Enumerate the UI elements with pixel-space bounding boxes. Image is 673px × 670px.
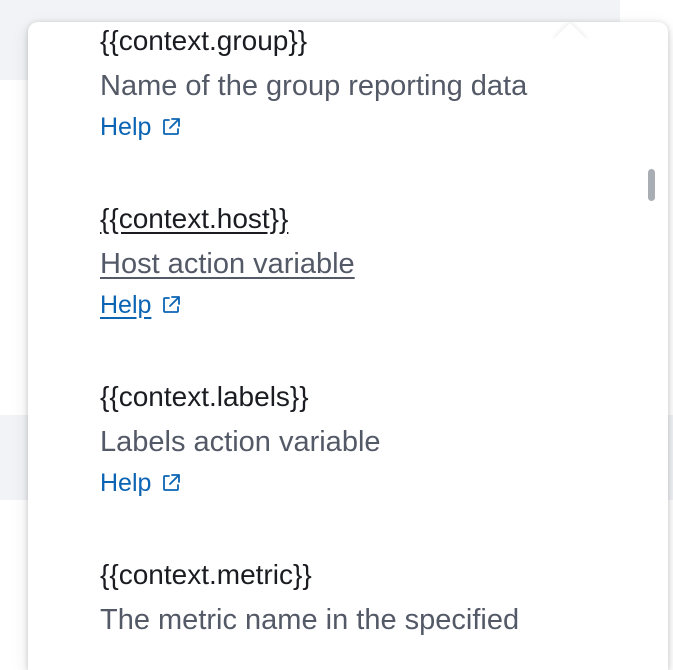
variable-item-context-host[interactable]: {{context.host}} Host action variable He… bbox=[100, 202, 640, 320]
external-link-icon bbox=[163, 296, 181, 313]
help-link-label[interactable]: Help bbox=[100, 112, 151, 142]
external-link-icon bbox=[163, 474, 181, 491]
variable-description: Host action variable bbox=[100, 248, 355, 280]
variable-item-context-group[interactable]: {{context.group}} Name of the group repo… bbox=[100, 24, 640, 142]
variable-item-context-metric[interactable]: {{context.metric}} The metric name in th… bbox=[100, 558, 640, 638]
variable-description: Name of the group reporting data bbox=[100, 70, 528, 102]
scroll-fade bbox=[28, 648, 668, 670]
scrollbar-thumb[interactable] bbox=[648, 169, 655, 201]
help-link[interactable]: Help bbox=[100, 290, 181, 320]
variable-name[interactable]: {{context.labels}} bbox=[100, 380, 640, 414]
external-link-icon bbox=[163, 118, 181, 135]
help-link[interactable]: Help bbox=[100, 468, 181, 498]
help-link-label[interactable]: Help bbox=[100, 468, 151, 498]
variable-item-context-labels[interactable]: {{context.labels}} Labels action variabl… bbox=[100, 380, 640, 498]
variable-name[interactable]: {{context.group}} bbox=[100, 24, 640, 58]
variable-name[interactable]: {{context.metric}} bbox=[100, 558, 640, 592]
help-link[interactable]: Help bbox=[100, 112, 181, 142]
variable-description: Labels action variable bbox=[100, 426, 381, 458]
action-variables-popover[interactable]: {{context.group}} Name of the group repo… bbox=[28, 22, 668, 670]
variable-name[interactable]: {{context.host}} bbox=[100, 202, 640, 236]
variable-description: The metric name in the specified bbox=[100, 604, 520, 636]
help-link-label[interactable]: Help bbox=[100, 290, 151, 320]
